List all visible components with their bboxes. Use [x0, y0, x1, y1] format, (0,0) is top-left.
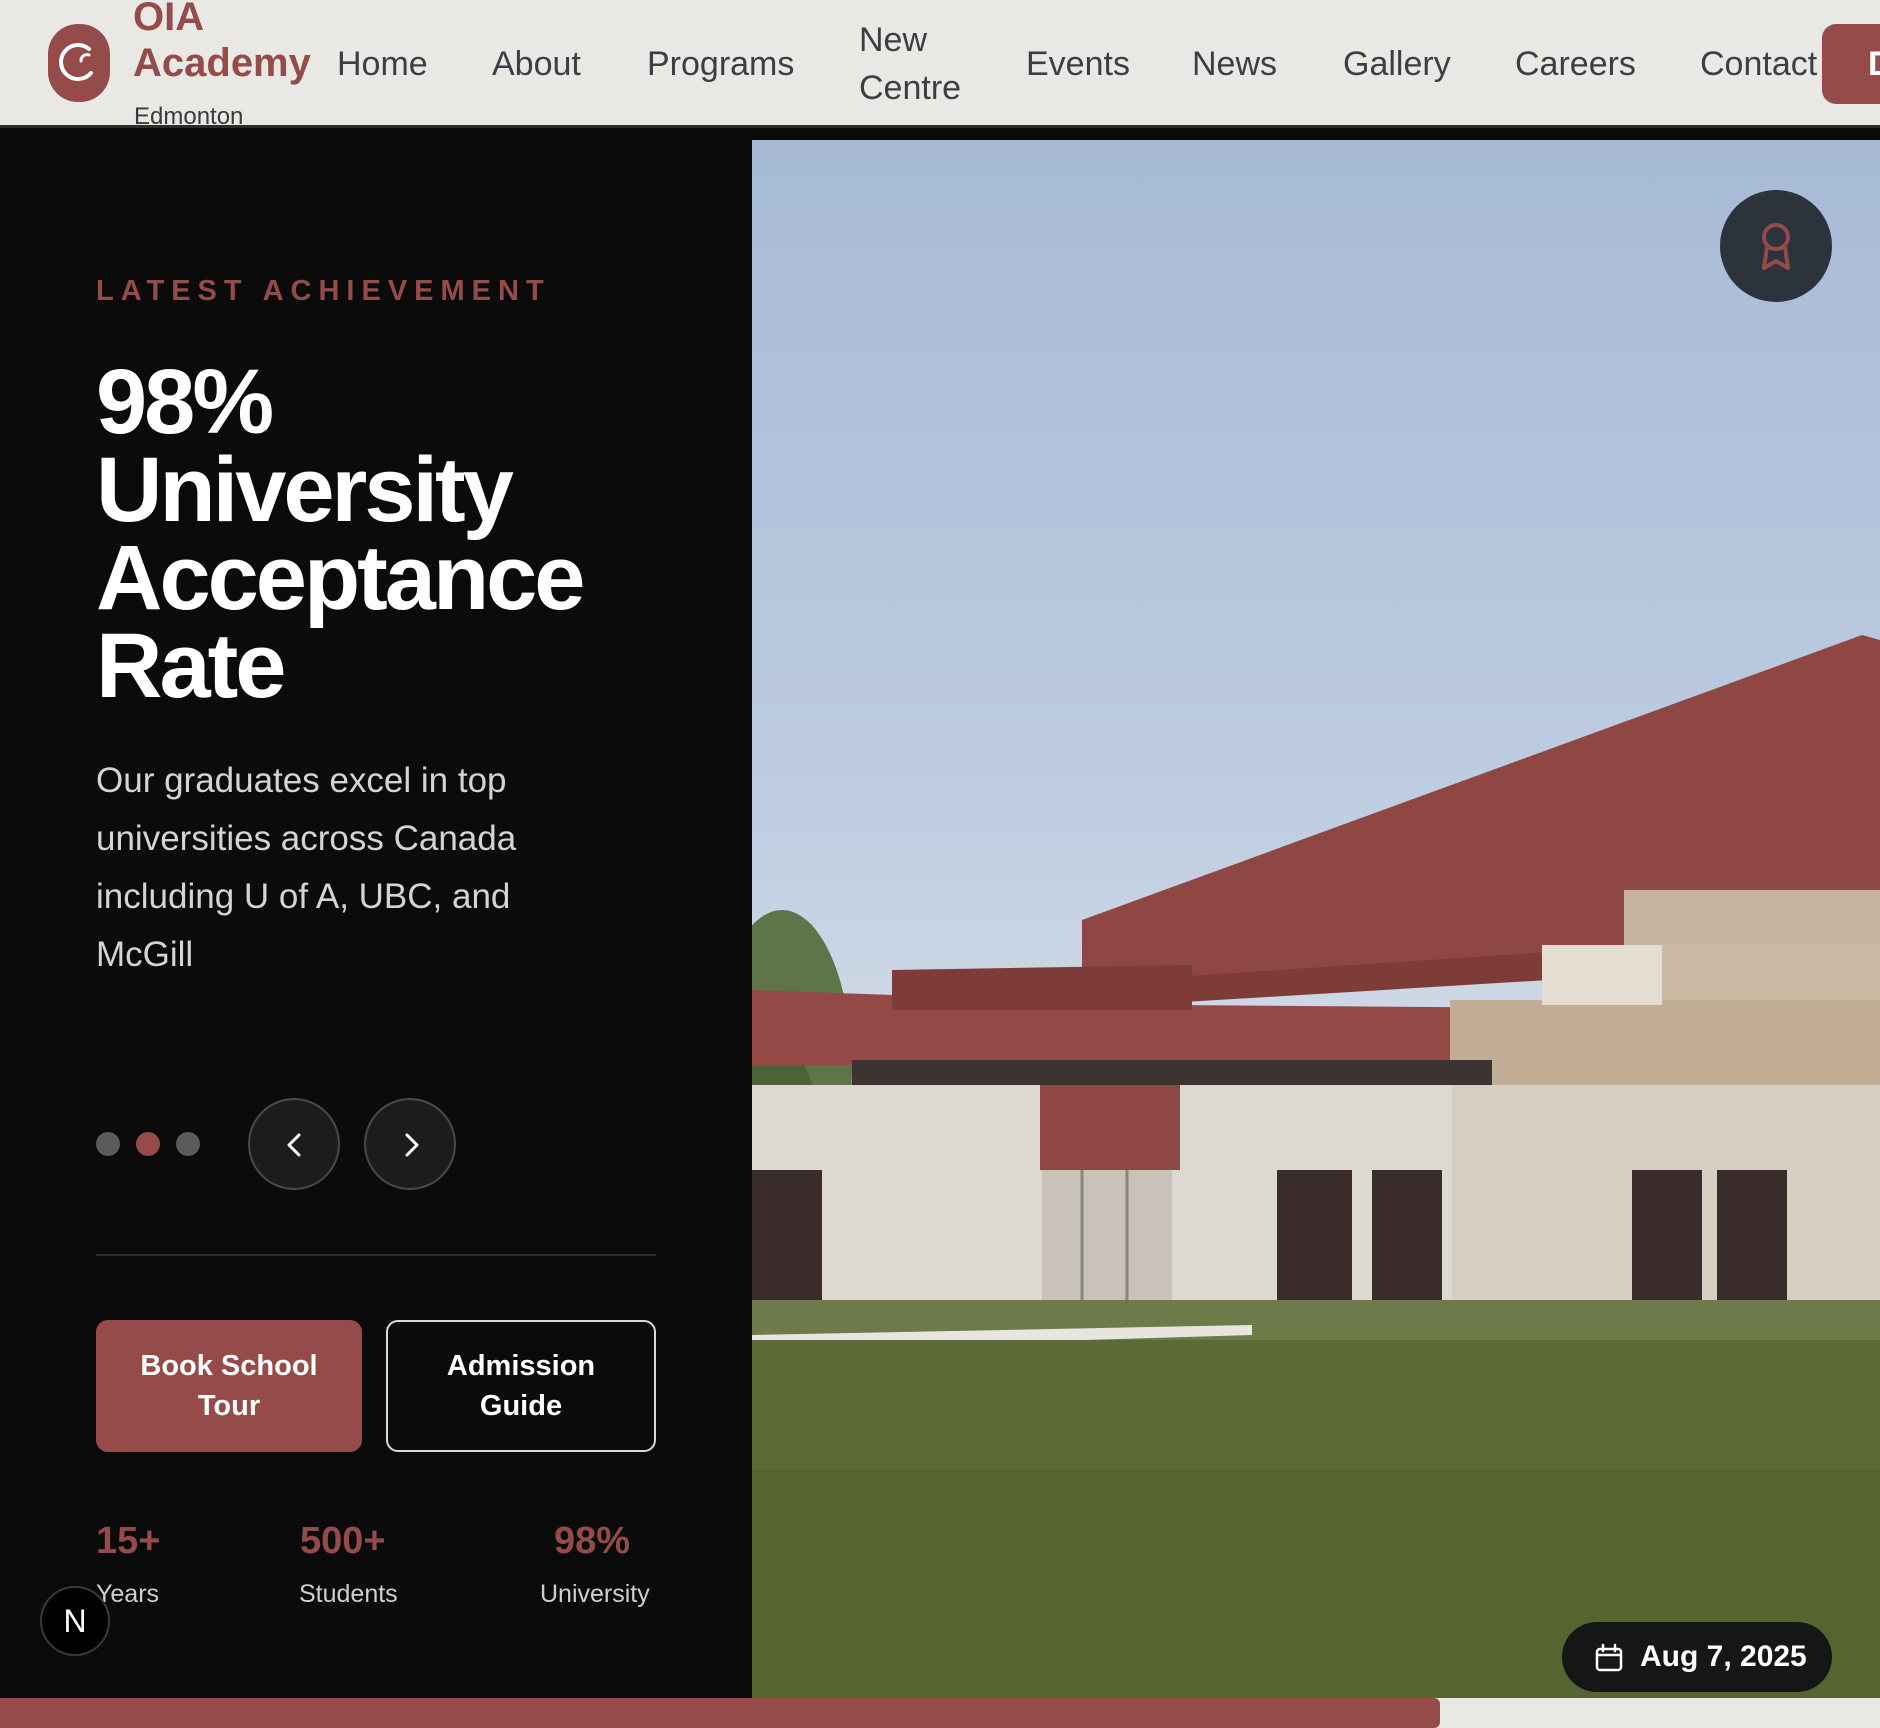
hero-headline: 98% University Acceptance Rate — [96, 351, 716, 717]
headline-line: Acceptance — [96, 527, 585, 629]
slide-dot-2[interactable] — [136, 1132, 160, 1156]
hero-description: Our graduates excel in top universities … — [96, 761, 517, 974]
slide-dot-1[interactable] — [96, 1132, 120, 1156]
brand-name[interactable]: OIA Academy — [133, 0, 333, 86]
nav-item-events[interactable]: Events — [1026, 40, 1130, 88]
nav-item-news[interactable]: News — [1192, 40, 1277, 88]
calendar-icon — [1595, 1643, 1623, 1672]
date-text: Aug 7, 2025 — [1640, 1640, 1807, 1673]
stat-students-label: Students — [299, 1580, 398, 1608]
slide-dot-3[interactable] — [176, 1132, 200, 1156]
headline-line: University — [96, 439, 514, 541]
headline-line: 98% — [96, 351, 274, 453]
campus-building-image — [752, 140, 1880, 1698]
nav-item-gallery[interactable]: Gallery — [1343, 40, 1451, 88]
prev-slide-button[interactable] — [248, 1098, 340, 1190]
admission-guide-button[interactable]: Admission Guide — [386, 1320, 656, 1452]
header-cta-button[interactable]: D — [1822, 24, 1880, 104]
site-header: OIA Academy Edmonton Home About Programs… — [0, 0, 1880, 130]
nav-item-new-centre[interactable]: New Centre — [859, 16, 961, 112]
nav-item-about[interactable]: About — [492, 40, 581, 88]
hero-eyebrow: LATEST ACHIEVEMENT — [96, 275, 551, 307]
nav-item-home[interactable]: Home — [337, 40, 428, 88]
stat-university-label: University — [540, 1580, 650, 1608]
headline-line: Rate — [96, 615, 286, 717]
nav-item-contact[interactable]: Contact — [1700, 40, 1817, 88]
nav-item-programs[interactable]: Programs — [647, 40, 794, 88]
admission-guide-label: Admission Guide — [446, 1350, 596, 1422]
logo-icon[interactable] — [48, 24, 110, 102]
stat-students-value: 500+ — [300, 1520, 386, 1562]
divider — [96, 1254, 656, 1256]
next-slide-button[interactable] — [364, 1098, 456, 1190]
stat-university-value: 98% — [554, 1520, 631, 1562]
nav-item-careers[interactable]: Careers — [1515, 40, 1636, 88]
book-tour-button[interactable]: Book School Tour — [96, 1320, 362, 1452]
chevron-right-icon — [405, 1133, 419, 1157]
chevron-left-icon — [287, 1133, 301, 1157]
slide-progress-track — [0, 1698, 1880, 1728]
book-tour-label: Book School Tour — [140, 1350, 318, 1422]
brand-city: Edmonton — [134, 103, 244, 130]
stat-years-value: 15+ — [96, 1520, 161, 1562]
award-ribbon-icon — [1762, 223, 1790, 270]
slide-progress-fill — [0, 1698, 1441, 1728]
n-badge-button[interactable]: N — [40, 1586, 110, 1656]
date-badge: Aug 7, 2025 — [1562, 1622, 1832, 1692]
award-button[interactable] — [1720, 190, 1832, 302]
